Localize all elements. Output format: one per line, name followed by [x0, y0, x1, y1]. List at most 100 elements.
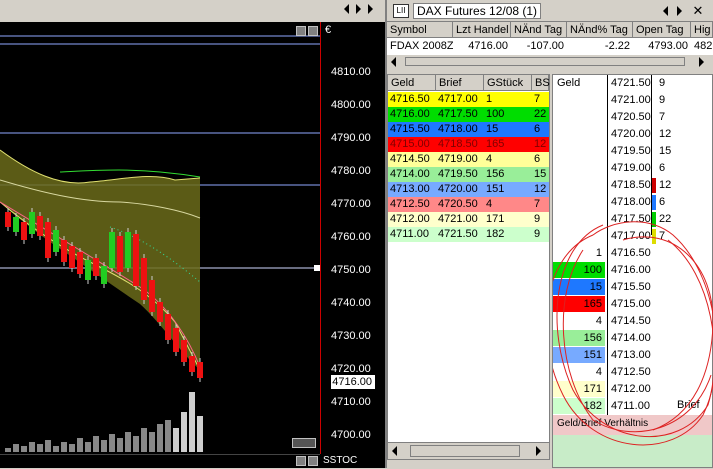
ladder-ask-row[interactable]: 4721.00 9	[553, 92, 712, 109]
nav-right-icon[interactable]	[356, 4, 361, 14]
ladder-ask-row[interactable]: 4719.00 6	[553, 160, 712, 177]
ladder-ask-row[interactable]: 4720.50 7	[553, 109, 712, 126]
volume-bar	[173, 428, 179, 452]
ladder-ask-row[interactable]: 4721.50 9	[553, 75, 712, 92]
order-book-row[interactable]: 4716.00 4717.50 100 22	[388, 107, 549, 122]
chart-zoom-button[interactable]	[292, 438, 316, 448]
ladder-ask-row[interactable]: 4717.00 7	[553, 228, 712, 245]
volume-bar	[149, 432, 155, 452]
quote-header-cell[interactable]: Hig	[691, 22, 713, 38]
quote-header-cell[interactable]: NÄnd% Tag	[567, 22, 633, 38]
window-close-icon[interactable]: ✕	[691, 3, 705, 19]
candle	[85, 260, 91, 280]
nav-left-icon[interactable]	[344, 4, 349, 14]
ladder-ask-qty: 12	[659, 128, 672, 140]
order-book-row[interactable]: 4715.00 4718.50 165 12	[388, 137, 549, 152]
order-book-cell-gst: 4	[486, 153, 493, 165]
order-book-row[interactable]: 4711.00 4721.50 182 9	[388, 227, 549, 242]
order-book-cell-bs: 12	[534, 183, 547, 195]
quote-horizontal-scrollbar[interactable]	[387, 54, 713, 68]
quote-value-cell: FDAX 2008Z	[390, 40, 453, 52]
right-panel: LII DAX Futures 12/08 (1) ✕ Symbol Lzt Ha…	[385, 0, 713, 468]
ladder-ask-qty: 9	[659, 77, 666, 89]
chart-bottom-close-button[interactable]	[308, 456, 318, 466]
book-scroll-left-icon[interactable]	[392, 446, 397, 456]
order-book-scrollbar[interactable]	[387, 442, 550, 460]
ladder-bid-qty: 4	[595, 366, 602, 378]
price-axis-label: 4710.00	[331, 396, 371, 408]
ladder-bid-row[interactable]: 156 4714.00	[553, 330, 712, 347]
ladder-bid-row[interactable]: 4 4712.50	[553, 364, 712, 381]
price-axis: € 4810.00 4800.00 4790.00 4780.00 4770.00 476…	[320, 22, 385, 454]
scroll-right-icon[interactable]	[699, 57, 704, 67]
window-title[interactable]: DAX Futures 12/08 (1)	[413, 3, 542, 19]
order-book-cell-ask: 4717.50	[438, 108, 478, 120]
order-book-cell-ask: 4718.00	[438, 123, 478, 135]
ladder-bid-price: 4712.50	[611, 366, 651, 378]
order-book-row[interactable]: 4716.50 4717.00 1 7	[388, 92, 549, 107]
quote-scroll-thumb[interactable]	[405, 57, 685, 66]
volume-bar	[21, 446, 27, 452]
order-book-header-cell[interactable]: GStück	[484, 75, 532, 91]
quote-header-cell[interactable]: Lzt Handel	[453, 22, 511, 38]
ladder-ask-qty: 22	[659, 213, 672, 225]
order-book-row[interactable]: 4712.50 4720.50 4 7	[388, 197, 549, 212]
ladder-ask-row[interactable]: 4717.50 22	[553, 211, 712, 228]
candlestick-chart[interactable]	[0, 22, 320, 454]
ladder-ask-price: 4720.00	[611, 128, 651, 140]
ladder-bid-qty: 151	[553, 347, 605, 363]
order-book-cell-gst: 165	[486, 138, 505, 150]
price-axis-label: 4790.00	[331, 132, 371, 144]
ladder-bid-row[interactable]: 100 4716.00	[553, 262, 712, 279]
volume-bar	[45, 440, 51, 452]
candle	[125, 232, 131, 268]
tab-right-icon[interactable]	[677, 6, 682, 16]
ladder-ask-price: 4718.00	[611, 196, 651, 208]
volume-bar	[61, 442, 67, 452]
order-book-header-cell[interactable]: Geld	[388, 75, 436, 91]
candle	[165, 314, 171, 340]
chart-minimize-button[interactable]	[296, 26, 306, 36]
ladder-ask-price: 4720.50	[611, 111, 651, 123]
green-ma	[59, 169, 201, 178]
order-book-header-cell[interactable]: BS	[532, 75, 550, 91]
ladder-ask-bar	[652, 229, 656, 244]
volume-bar	[189, 392, 195, 452]
volume-bar	[125, 432, 131, 452]
ladder-bid-row[interactable]: 1 4716.50	[553, 245, 712, 262]
nav-right-icon-2[interactable]	[368, 4, 373, 14]
order-book-header-cell[interactable]: Brief	[436, 75, 484, 91]
order-book-row[interactable]: 4714.50 4719.00 4 6	[388, 152, 549, 167]
ladder-bid-price: 4714.50	[611, 315, 651, 327]
volume-bar	[117, 438, 123, 452]
ladder-ask-row[interactable]: 4720.00 12	[553, 126, 712, 143]
order-book-table: Geld Brief GStück BS 4716.50 4717.00 1 7 4716.0…	[387, 74, 550, 454]
order-book-row[interactable]: 4714.00 4719.50 156 15	[388, 167, 549, 182]
ladder-ask-row[interactable]: 4718.00 6	[553, 194, 712, 211]
order-book-row[interactable]: 4715.50 4718.00 15 6	[388, 122, 549, 137]
ladder-bid-row[interactable]: 151 4713.00	[553, 347, 712, 364]
chart-close-button[interactable]	[308, 26, 318, 36]
price-axis-label: 4800.00	[331, 99, 371, 111]
ladder-ask-row[interactable]: 4719.50 15	[553, 143, 712, 160]
order-book-row[interactable]: 4712.00 4721.00 171 9	[388, 212, 549, 227]
ladder-bid-row[interactable]: 165 4715.00	[553, 296, 712, 313]
book-scroll-right-icon[interactable]	[536, 446, 541, 456]
ladder-bid-row[interactable]: 171 4712.00	[553, 381, 712, 398]
quote-header-cell[interactable]: NÄnd Tag	[511, 22, 567, 38]
quote-header-cell[interactable]: Open Tag	[633, 22, 691, 38]
ladder-ask-qty: 15	[659, 145, 672, 157]
tab-left-icon[interactable]	[663, 6, 668, 16]
scroll-left-icon[interactable]	[391, 57, 396, 67]
ladder-bid-row[interactable]: 4 4714.50	[553, 313, 712, 330]
candle	[197, 362, 203, 378]
order-book-row[interactable]: 4713.00 4720.00 151 12	[388, 182, 549, 197]
book-scroll-thumb[interactable]	[410, 445, 520, 457]
order-book-cell-ask: 4718.50	[438, 138, 478, 150]
chart-bottom-minimize-button[interactable]	[296, 456, 306, 466]
quote-header-cell[interactable]: Symbol	[387, 22, 453, 38]
ladder-ask-row[interactable]: 4718.50 12	[553, 177, 712, 194]
ladder-bid-qty: 156	[553, 330, 605, 346]
ladder-bid-row[interactable]: 15 4715.50	[553, 279, 712, 296]
order-book-cell-bs: 6	[534, 123, 541, 135]
